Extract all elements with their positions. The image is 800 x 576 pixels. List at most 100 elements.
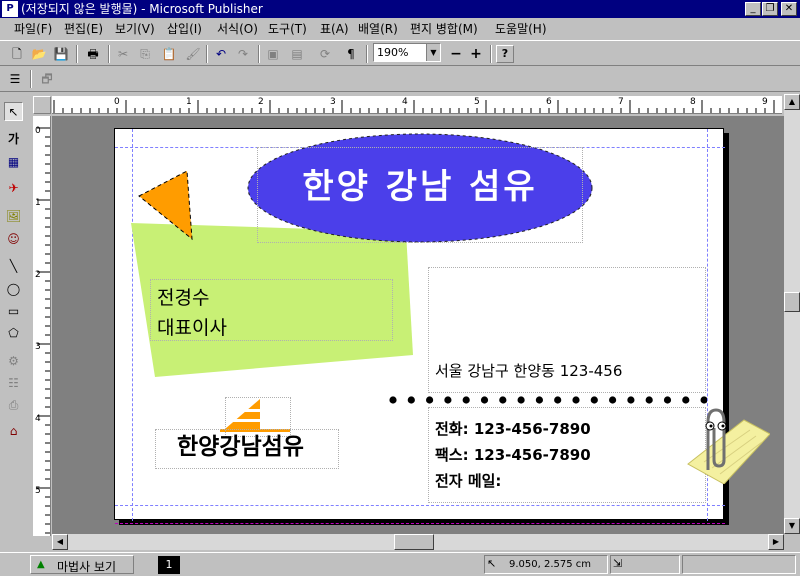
minimize-button[interactable]: _	[745, 2, 761, 16]
bring-to-front-icon[interactable]: ▣	[264, 45, 282, 63]
pointer-tool-icon[interactable]: ↖	[4, 102, 23, 121]
vertical-ruler[interactable]: 0 1 2 3 4 5	[33, 116, 51, 536]
ruler-tick-label: 9	[762, 97, 768, 107]
divider-dot	[554, 396, 562, 404]
ruler-corner[interactable]	[33, 96, 51, 114]
vertical-scroll-thumb[interactable]	[784, 292, 800, 312]
divider-dot	[426, 396, 434, 404]
horizontal-scrollbar[interactable]: ◀ ▶	[52, 534, 784, 550]
position-readout: ↖ 9.050, 2.575 cm	[484, 555, 608, 574]
divider-dot	[682, 396, 690, 404]
logo-text[interactable]: 한양강남섬유	[177, 431, 304, 463]
fax-text[interactable]: 팩스: 123-456-7890	[435, 443, 591, 467]
open-folder-icon[interactable]: 📂	[30, 45, 48, 63]
wordart-tool-icon[interactable]: ✈	[4, 179, 23, 198]
ruler-tick-label: 3	[35, 342, 41, 352]
html-fragment-tool-icon[interactable]: ⎙	[4, 396, 23, 415]
copy-icon[interactable]: ⎘	[136, 45, 154, 63]
divider-dot	[645, 396, 653, 404]
vertical-scrollbar[interactable]: ▲ ▼	[784, 94, 800, 534]
cursor-arrow-icon: ↖	[487, 557, 497, 570]
menu-insert[interactable]: 삽입(I)	[167, 22, 202, 36]
toolbar-separator	[366, 45, 368, 63]
scroll-down-arrow-icon[interactable]: ▼	[784, 518, 800, 534]
ruler-tick-label: 7	[618, 97, 624, 107]
menu-format[interactable]: 서식(O)	[217, 22, 258, 36]
table-tool-icon[interactable]: ▦	[4, 153, 23, 172]
zoom-dropdown[interactable]: 190% ▼	[373, 43, 441, 62]
menu-view[interactable]: 보기(V)	[115, 22, 155, 36]
oval-tool-icon[interactable]: ◯	[4, 280, 23, 299]
print-icon[interactable]: 🖶	[84, 45, 102, 63]
divider-dot	[627, 396, 635, 404]
menu-tools[interactable]: 도구(T)	[268, 22, 307, 36]
position-coordinates: 9.050, 2.575 cm	[509, 559, 592, 570]
form-control-tool-icon[interactable]: ☷	[4, 374, 23, 393]
divider-dot	[700, 396, 707, 404]
status-panel	[682, 555, 796, 574]
person-title[interactable]: 대표이사	[157, 315, 227, 341]
new-document-icon[interactable]: 🗋	[8, 45, 26, 63]
size-arrow-icon: ⇲	[613, 557, 623, 570]
scroll-left-arrow-icon[interactable]: ◀	[52, 534, 68, 550]
paste-icon[interactable]: 📋	[160, 45, 178, 63]
scrollbar-corner	[784, 534, 800, 550]
menu-file[interactable]: 파일(F)	[14, 22, 52, 36]
scroll-up-arrow-icon[interactable]: ▲	[784, 94, 800, 110]
ruler-tick-label: 3	[330, 97, 336, 107]
toolbar-separator	[490, 45, 492, 63]
publisher-app-icon[interactable]: P	[2, 1, 18, 17]
divider-dot	[663, 396, 672, 404]
menu-bar: 파일(F) 편집(E) 보기(V) 삽입(I) 서식(O) 도구(T) 표(A)…	[0, 18, 800, 40]
zoom-in-button[interactable]: +	[467, 45, 485, 63]
line-tool-icon[interactable]: ╲	[4, 257, 23, 276]
format-painter-icon[interactable]: 🖌	[184, 45, 202, 63]
rectangle-tool-icon[interactable]: ▭	[4, 302, 23, 321]
email-text[interactable]: 전자 메일:	[435, 469, 501, 493]
company-banner-text[interactable]: 한양 강남 섬유	[255, 163, 585, 211]
undo-icon[interactable]: ↶	[212, 45, 230, 63]
menu-edit[interactable]: 편집(E)	[64, 22, 103, 36]
ruler-tick-label: 8	[690, 97, 696, 107]
menu-table[interactable]: 표(A)	[320, 22, 349, 36]
address-text[interactable]: 서울 강남구 한양동 123-456	[435, 360, 622, 382]
divider-dot	[517, 396, 525, 404]
menu-mail-merge[interactable]: 편지 병합(M)	[410, 22, 478, 36]
chevron-down-icon[interactable]: ▼	[426, 44, 440, 61]
office-assistant-clippy-icon[interactable]	[674, 404, 770, 484]
horizontal-ruler[interactable]: 0 1 2 3 4 5 6 7 8 9	[52, 96, 782, 114]
object-properties-icon[interactable]: 🗗	[38, 70, 56, 88]
business-card-page[interactable]: 한양 강남 섬유 전경수 대표이사 한양강남섬유 서울 강남구 한양동 123-…	[114, 128, 725, 524]
save-icon[interactable]: 💾	[52, 45, 70, 63]
send-to-back-icon[interactable]: ▤	[288, 45, 306, 63]
clip-art-tool-icon[interactable]: ☺	[4, 230, 23, 249]
cut-icon[interactable]: ✂	[114, 45, 132, 63]
hotspot-tool-icon[interactable]: ⚙	[4, 352, 23, 371]
triangle-up-icon: ▲	[37, 559, 45, 570]
person-name[interactable]: 전경수	[157, 285, 209, 311]
help-button[interactable]: ?	[496, 45, 514, 63]
divider-dot	[572, 396, 580, 404]
custom-shapes-tool-icon[interactable]: ⬠	[4, 324, 23, 343]
restore-button[interactable]: ❐	[762, 2, 778, 16]
picture-frame-tool-icon[interactable]: 🖼	[4, 207, 23, 226]
status-bar: ▲ 마법사 보기 1 ↖ 9.050, 2.575 cm ⇲	[0, 552, 800, 576]
menu-help[interactable]: 도움말(H)	[495, 22, 547, 36]
horizontal-scroll-thumb[interactable]	[394, 534, 434, 550]
zoom-out-button[interactable]: −	[447, 45, 465, 63]
page-number-button[interactable]: 1	[158, 556, 180, 574]
paragraph-marks-icon[interactable]: ¶	[342, 45, 360, 63]
dotted-divider	[389, 396, 707, 404]
scroll-right-arrow-icon[interactable]: ▶	[768, 534, 784, 550]
wizard-view-button[interactable]: ▲ 마법사 보기	[30, 555, 134, 574]
text-tool-icon[interactable]: 가	[4, 130, 23, 149]
phone-text[interactable]: 전화: 123-456-7890	[435, 417, 591, 441]
close-button[interactable]: ✕	[781, 2, 797, 16]
horizontal-ruler-ticks	[53, 100, 775, 113]
design-gallery-tool-icon[interactable]: ⌂	[4, 422, 23, 441]
menu-arrange[interactable]: 배열(R)	[358, 22, 398, 36]
rotate-icon[interactable]: ⟳	[316, 45, 334, 63]
ruler-tick-label: 2	[258, 97, 264, 107]
redo-icon[interactable]: ↷	[234, 45, 252, 63]
title-bar: P (저장되지 않은 발행물) - Microsoft Publisher _ …	[0, 0, 800, 18]
